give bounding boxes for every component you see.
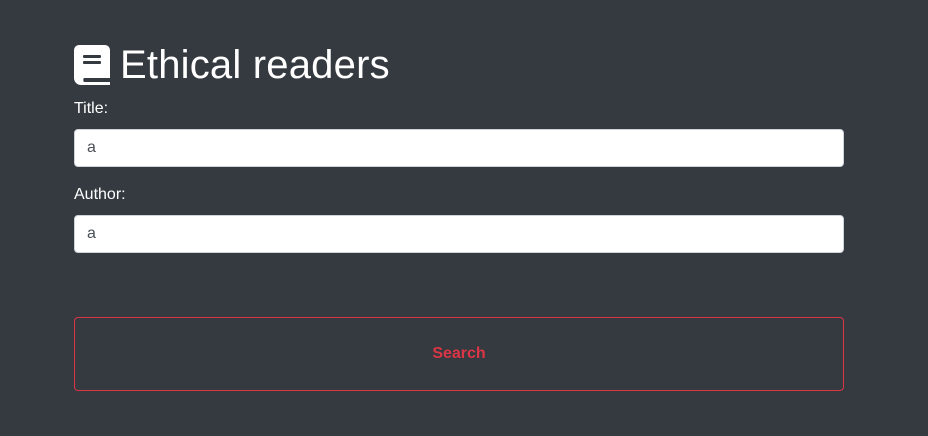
title-field-label: Title: (74, 100, 109, 117)
author-field-label: Author: (74, 186, 126, 203)
author-input[interactable] (74, 215, 844, 253)
book-icon (74, 45, 110, 85)
search-button[interactable]: Search (74, 317, 844, 391)
title-input[interactable] (74, 129, 844, 167)
page-title: Ethical readers (120, 43, 390, 87)
page-header: Ethical readers (74, 40, 390, 90)
